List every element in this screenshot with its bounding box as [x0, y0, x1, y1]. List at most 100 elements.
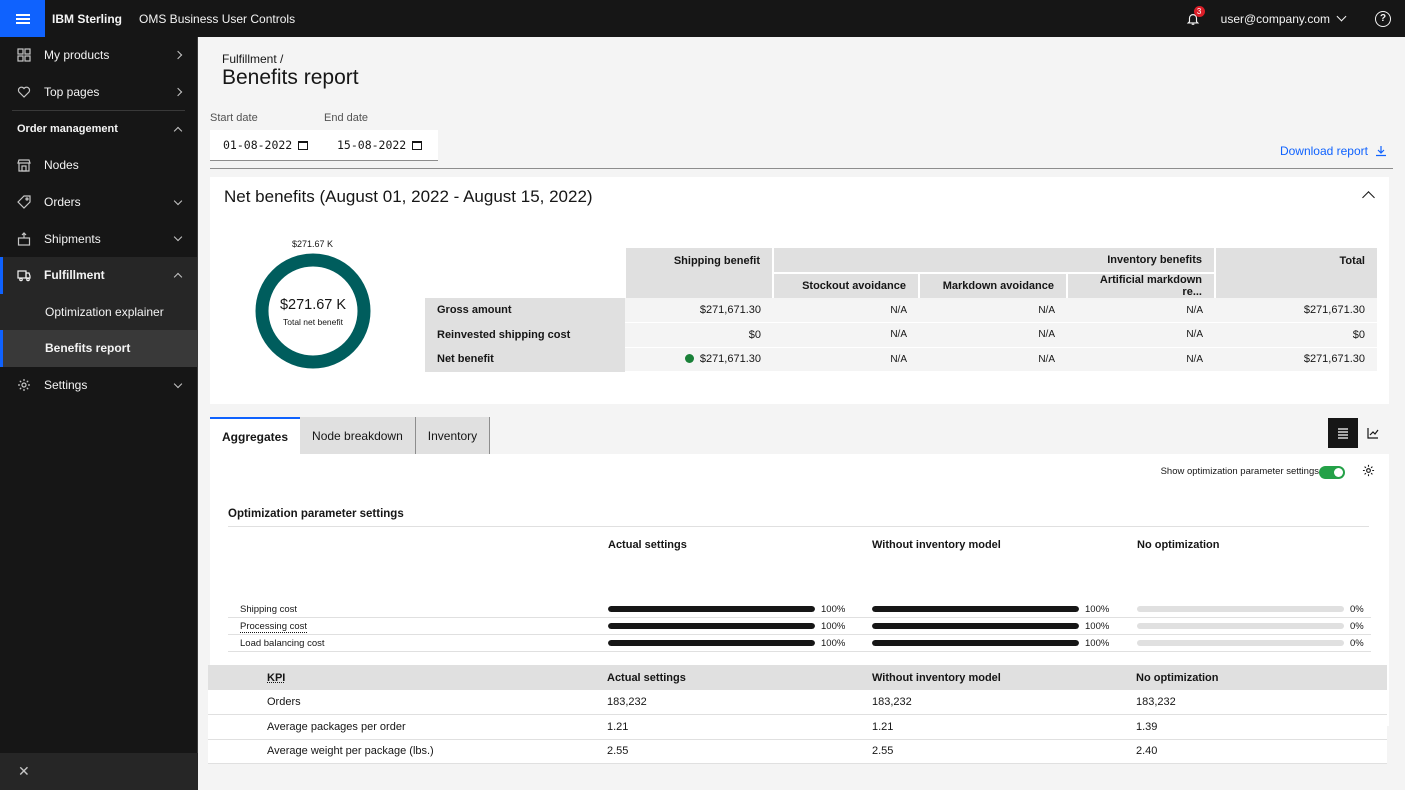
truck-icon [17, 268, 31, 282]
donut-center-label: Total net benefit [282, 317, 343, 327]
chevron-right-icon [173, 87, 183, 97]
download-report-link[interactable]: Download report [1280, 144, 1387, 158]
sidebar-item-my-products[interactable]: My products [0, 37, 197, 74]
cell-shipping: $0 [625, 322, 773, 348]
sidebar-item-label: My products [44, 48, 110, 63]
chevron-down-icon [173, 232, 183, 242]
package-icon [17, 231, 31, 246]
cell-shipping: $271,671.30 [625, 347, 773, 372]
line-chart-icon [1367, 428, 1379, 439]
cell-shipping-value: $271,671.30 [699, 353, 761, 366]
kpi-header-label: KPI [267, 671, 286, 684]
main-content: Fulfillment / Benefits report Start date… [198, 37, 1405, 790]
tab-aggregates[interactable]: Aggregates [210, 417, 301, 454]
sidebar: My products Top pages Order management N… [0, 37, 198, 790]
cell-artificial: N/A [1067, 347, 1215, 372]
kpi-spacer [208, 714, 267, 740]
chevron-down-icon [173, 196, 183, 205]
menu-icon[interactable] [0, 0, 45, 37]
param-bar [872, 640, 1079, 646]
sidebar-section-order-management[interactable]: Order management [0, 111, 197, 147]
param-name: Load balancing cost [240, 638, 325, 649]
breadcrumb[interactable]: Fulfillment / [222, 52, 283, 66]
sidebar-item-fulfillment[interactable]: Fulfillment [0, 256, 197, 294]
param-row: Shipping cost 100% 100% 0% [228, 601, 1371, 618]
notification-bell-icon[interactable]: 3 [1183, 5, 1205, 29]
table-row: Net benefit $271,671.30 N/A N/A N/A $271… [425, 347, 1377, 372]
kpi-spacer [208, 739, 267, 764]
ops-title: Optimization parameter settings [228, 508, 404, 520]
gear-icon[interactable] [1362, 464, 1375, 477]
param-bar [608, 640, 815, 646]
benefits-table: Shipping benefit Inventory benefits Tota… [425, 248, 1377, 372]
param-percent: 100% [821, 621, 846, 632]
param-bar-fill [872, 640, 1079, 646]
divider [228, 526, 1369, 527]
kpi-name: Orders [267, 690, 607, 715]
param-percent: 0% [1350, 621, 1364, 632]
param-bar [1137, 640, 1344, 646]
chevron-up-icon [173, 126, 183, 135]
kpi-value: 1.21 [872, 714, 1136, 740]
sidebar-item-label: Shipments [44, 231, 101, 246]
chevron-up-icon[interactable] [1362, 191, 1375, 204]
close-icon[interactable]: ✕ [0, 753, 198, 790]
kpi-value: 2.55 [872, 739, 1136, 764]
table-row: Average packages per order 1.21 1.21 1.3… [208, 714, 1387, 740]
table-view-button[interactable] [1328, 418, 1358, 448]
toggle-label: Show optimization parameter settings [1160, 466, 1319, 477]
page-title: Benefits report [222, 66, 359, 89]
calendar-icon[interactable] [298, 140, 308, 150]
donut-center-value: $271.67 K [279, 297, 347, 313]
kpi-value: 1.21 [607, 714, 872, 740]
param-percent: 100% [1085, 604, 1110, 615]
start-date-input[interactable]: 01-08-2022 [210, 130, 324, 161]
sidebar-item-label: Top pages [44, 84, 100, 99]
help-icon[interactable]: ? [1375, 10, 1391, 27]
cell-markdown: N/A [919, 298, 1067, 323]
cell-markdown: N/A [919, 322, 1067, 348]
sidebar-item-orders[interactable]: Orders [0, 184, 197, 221]
user-menu[interactable]: user@company.com [1220, 11, 1347, 26]
sidebar-item-label: Fulfillment [44, 268, 105, 283]
param-row: Processing cost 100% 100% 0% [228, 618, 1371, 635]
cell-total: $271,671.30 [1215, 347, 1377, 372]
chevron-right-icon [173, 51, 183, 60]
brand-name[interactable]: IBM Sterling [52, 12, 122, 26]
top-header: IBM Sterling OMS Business User Controls … [0, 0, 1405, 37]
start-date-value: 01-08-2022 [223, 138, 293, 152]
cell-artificial: N/A [1067, 322, 1215, 348]
param-bar [1137, 623, 1344, 629]
sidebar-item-nodes[interactable]: Nodes [0, 147, 197, 184]
tab-inventory[interactable]: Inventory [415, 417, 491, 454]
cell-shipping: $271,671.30 [625, 298, 773, 323]
sidebar-item-top-pages[interactable]: Top pages [0, 74, 197, 111]
col-without-inventory: Without inventory model [872, 539, 1001, 551]
shipping-benefit-header: Shipping benefit [624, 248, 773, 273]
list-icon [1338, 428, 1348, 439]
donut-top-label: $271.67 K [292, 239, 334, 249]
cell-stockout: N/A [773, 347, 919, 372]
param-percent: 100% [1085, 621, 1110, 632]
param-percent: 100% [821, 604, 846, 615]
kpi-value: 2.55 [607, 739, 872, 764]
user-email: user@company.com [1220, 11, 1330, 26]
param-bar [608, 606, 815, 612]
end-date-input[interactable]: 15-08-2022 [324, 130, 438, 161]
optimization-settings-toggle[interactable] [1319, 466, 1345, 479]
start-date-label: Start date [210, 112, 258, 124]
chart-view-button[interactable] [1358, 418, 1388, 448]
notification-badge: 3 [1193, 5, 1205, 17]
sidebar-item-shipments[interactable]: Shipments [0, 220, 197, 257]
param-percent: 0% [1350, 638, 1364, 649]
tag-icon [17, 195, 31, 209]
param-bar [872, 606, 1079, 612]
calendar-icon[interactable] [412, 140, 422, 150]
artificial-markdown-header: Artificial markdown re... [1066, 273, 1215, 298]
sidebar-item-settings[interactable]: Settings [0, 367, 197, 404]
tab-node-breakdown[interactable]: Node breakdown [300, 417, 416, 454]
sidebar-subitem-benefits-report[interactable]: Benefits report [0, 330, 197, 367]
param-bar-fill [608, 606, 815, 612]
sidebar-subitem-optimization-explainer[interactable]: Optimization explainer [0, 293, 197, 331]
kpi-value: 183,232 [607, 690, 872, 715]
